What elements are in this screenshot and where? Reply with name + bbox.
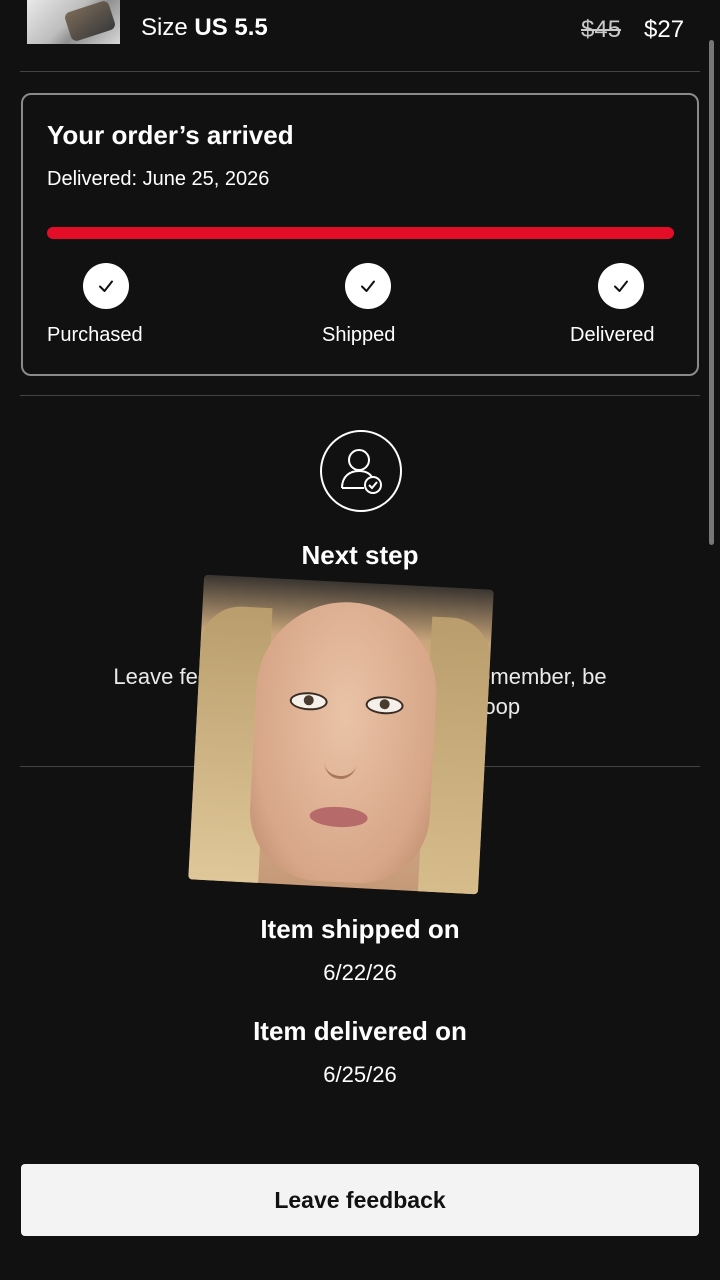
divider (20, 395, 700, 396)
item-size: Size US 5.5 (141, 14, 268, 41)
face-sticker-overlay (188, 574, 494, 895)
original-price: $45 (581, 16, 622, 43)
step-label-shipped: Shipped (322, 324, 396, 346)
next-step-heading: Next step (301, 540, 419, 570)
scrollbar[interactable] (709, 40, 714, 545)
leave-feedback-button[interactable]: Leave feedback (21, 1164, 699, 1236)
item-thumbnail (27, 0, 120, 44)
order-status-title: Your order’s arrived (47, 120, 294, 150)
delivered-date-line: Delivered: June 25, 2026 (47, 168, 270, 190)
delivered-date: 6/25/26 (323, 1062, 397, 1087)
shipped-check-icon (345, 263, 391, 309)
order-progress-fill (47, 227, 674, 239)
current-price: $27 (644, 16, 685, 43)
step-label-delivered: Delivered (570, 324, 655, 346)
purchased-check-icon (83, 263, 129, 309)
order-progress-bar (47, 227, 674, 239)
shipped-label: Item shipped on (260, 914, 460, 944)
step-label-purchased: Purchased (47, 324, 143, 346)
divider (20, 71, 700, 72)
shipped-date: 6/22/26 (323, 960, 397, 985)
delivered-label: Item delivered on (253, 1016, 467, 1046)
person-check-icon (320, 430, 402, 512)
delivered-check-icon (598, 263, 644, 309)
